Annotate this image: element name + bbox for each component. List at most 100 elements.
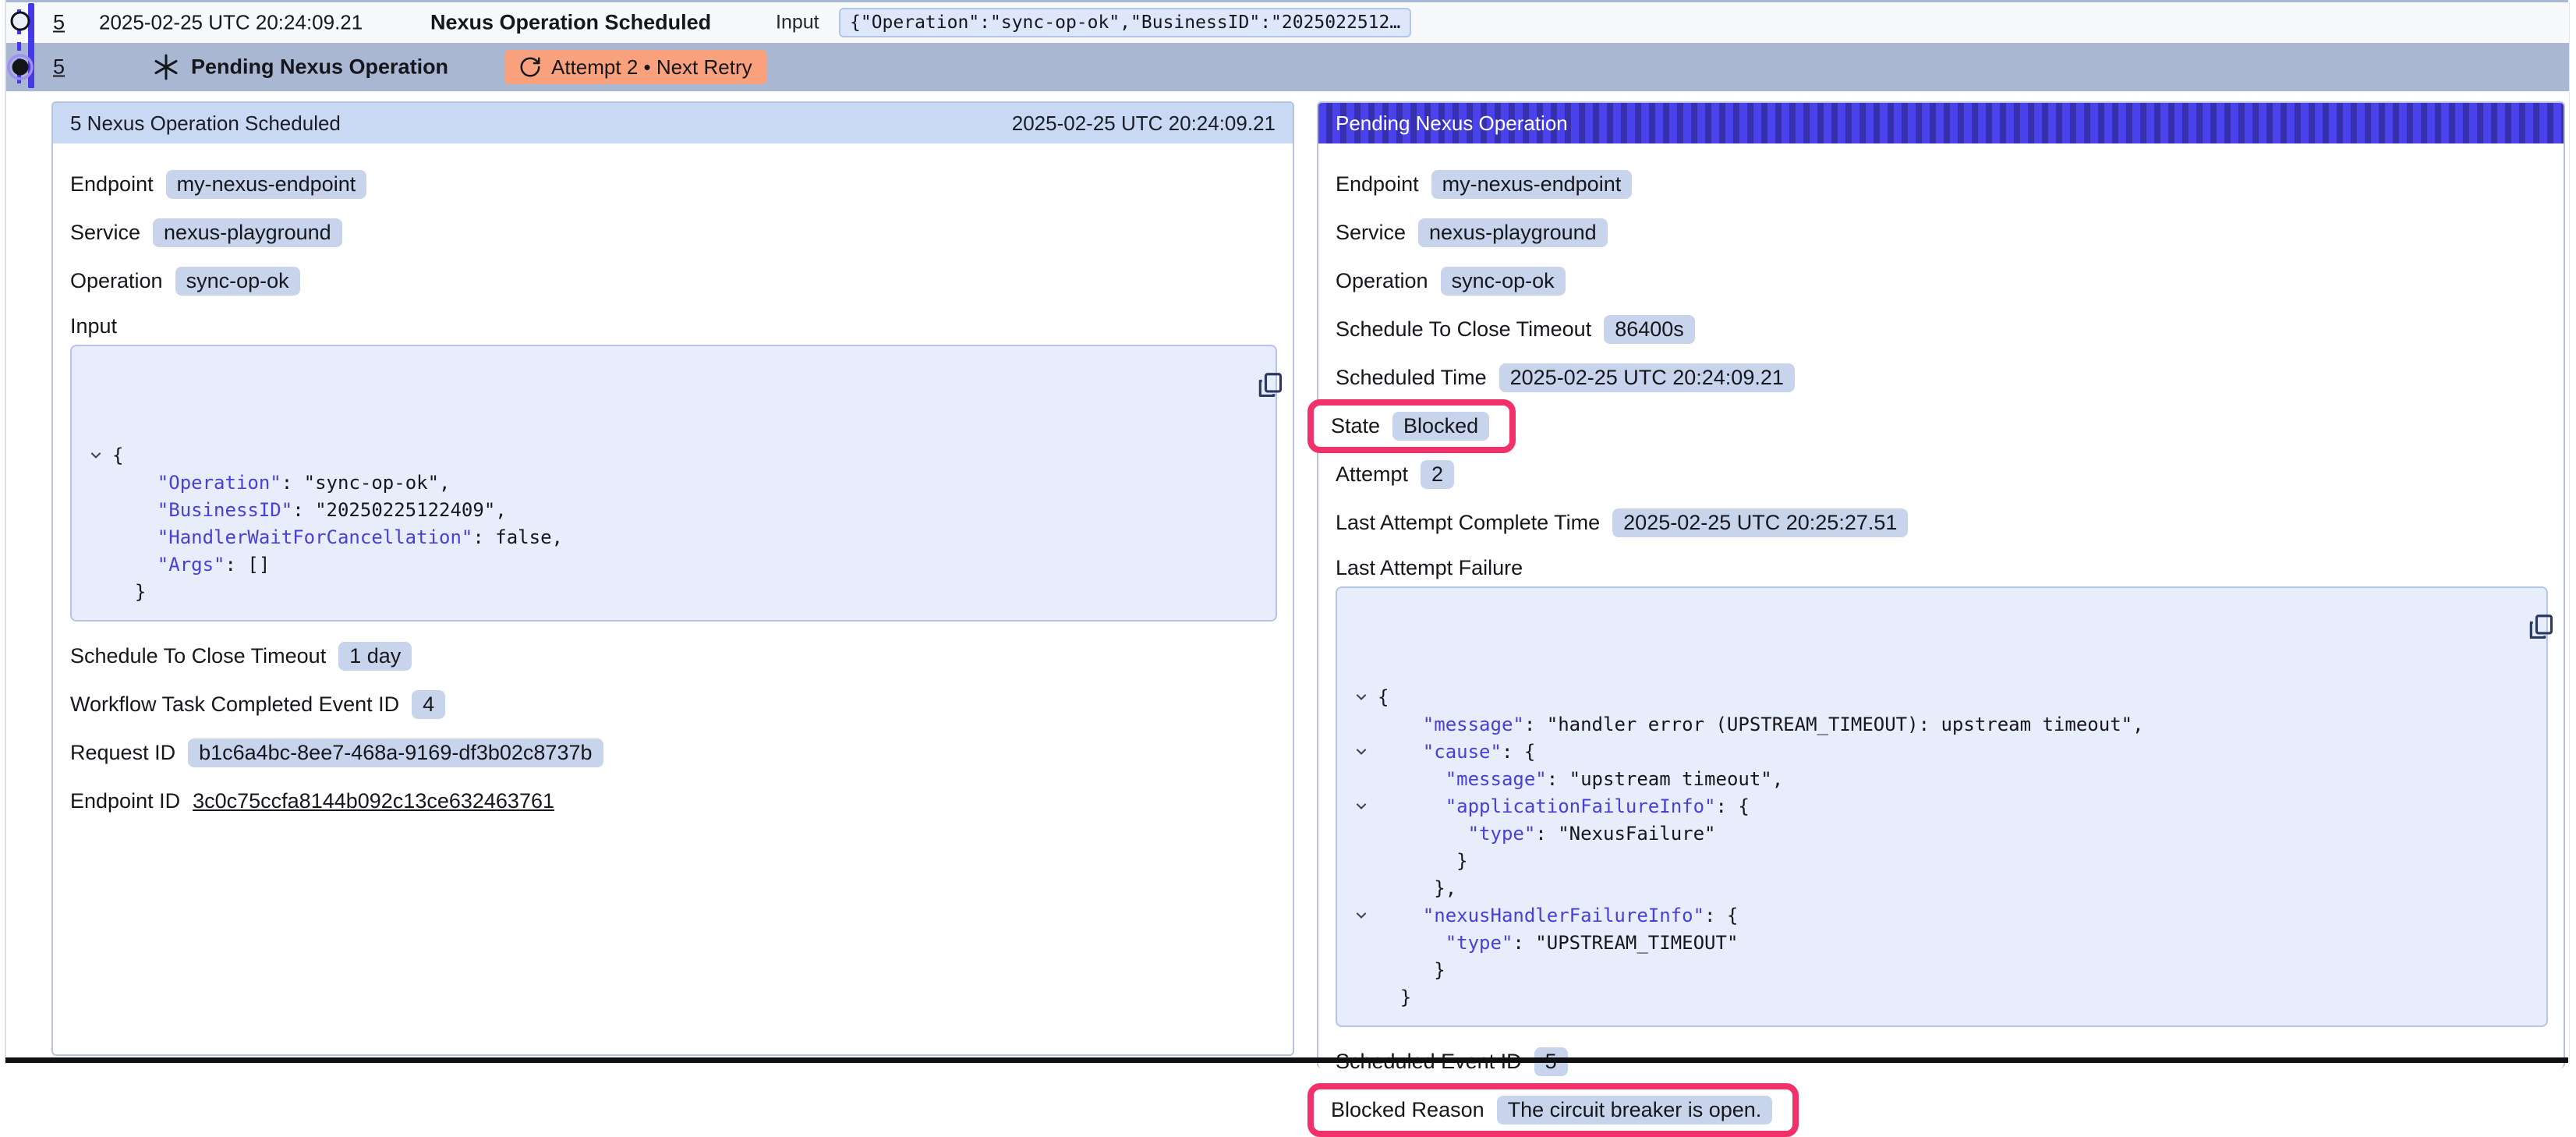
right-panel-title: Pending Nexus Operation — [1336, 112, 1568, 136]
field-value-badge: nexus-playground — [153, 218, 342, 247]
annotation-highlight-blocked-reason: Blocked Reason The circuit breaker is op… — [1307, 1083, 1799, 1137]
field-label: Last Attempt Complete Time — [1336, 511, 1600, 535]
code-line: { — [80, 442, 1221, 469]
field-row: Service nexus-playground — [70, 215, 1277, 250]
left-panel-header: 5 Nexus Operation Scheduled 2025-02-25 U… — [53, 103, 1293, 143]
asterisk-icon — [151, 52, 181, 82]
field-label: Request ID — [70, 741, 175, 765]
field-label: Service — [1336, 221, 1406, 245]
input-json-block: { "Operation": "sync-op-ok", "BusinessID… — [70, 345, 1277, 622]
field-row: Schedule To Close Timeout 86400s — [1336, 312, 2548, 346]
field-row: Operation sync-op-ok — [70, 264, 1277, 298]
field-label: Workflow Task Completed Event ID — [70, 692, 399, 717]
collapse-chevron-icon[interactable] — [1345, 902, 1378, 930]
field-value-badge: my-nexus-endpoint — [166, 170, 367, 199]
field-value-badge: b1c6a4bc-8ee7-468a-9169-df3b02c8737b — [188, 739, 603, 767]
code-line: "Operation": "sync-op-ok", — [80, 469, 1221, 497]
field-row: Scheduled Time 2025-02-25 UTC 20:24:09.2… — [1336, 360, 2548, 395]
copy-icon[interactable] — [1232, 359, 1261, 388]
field-row: Request ID b1c6a4bc-8ee7-468a-9169-df3b0… — [70, 735, 1277, 770]
endpoint-id-link[interactable]: 3c0c75ccfa8144b092c13ce632463761 — [193, 789, 554, 813]
field-row: Workflow Task Completed Event ID 4 — [70, 687, 1277, 721]
collapse-chevron-icon[interactable] — [80, 442, 112, 469]
field-label: Endpoint — [70, 172, 154, 197]
left-panel-title: 5 Nexus Operation Scheduled — [70, 112, 341, 136]
blocked-reason-row: Blocked Reason The circuit breaker is op… — [1336, 1093, 2548, 1127]
state-badge: Blocked — [1392, 412, 1489, 441]
input-label: Input — [776, 12, 819, 34]
field-label: Attempt — [1336, 462, 1408, 487]
field-label: Scheduled Time — [1336, 366, 1487, 390]
field-label: Schedule To Close Timeout — [1336, 317, 1591, 342]
collapse-chevron-icon[interactable] — [1345, 739, 1378, 766]
code-line: "Args": [] — [80, 551, 1221, 579]
field-value-badge: 2 — [1421, 460, 1454, 489]
scheduled-event-panel: 5 Nexus Operation Scheduled 2025-02-25 U… — [51, 101, 1294, 1056]
code-line: "HandlerWaitForCancellation": false, — [80, 524, 1221, 551]
field-label: Endpoint ID — [70, 789, 180, 813]
field-row: Endpoint my-nexus-endpoint — [70, 167, 1277, 201]
input-preview-chip[interactable]: {"Operation":"sync-op-ok","BusinessID":"… — [839, 8, 1411, 37]
failure-json-block: { "message": "handler error (UPSTREAM_TI… — [1336, 586, 2548, 1027]
right-panel-header: Pending Nexus Operation — [1318, 103, 2564, 143]
copy-icon[interactable] — [2503, 600, 2532, 630]
code-line: "message": "handler error (UPSTREAM_TIME… — [1345, 711, 2492, 739]
pending-id-link[interactable]: 5 — [53, 55, 65, 80]
scrollbar[interactable] — [2569, 2, 2576, 1064]
event-timestamp: 2025-02-25 UTC 20:24:09.21 — [99, 11, 363, 35]
code-line: }, — [1345, 875, 2492, 902]
field-label: Schedule To Close Timeout — [70, 644, 326, 668]
field-value-badge: nexus-playground — [1418, 218, 1608, 247]
field-label: Endpoint — [1336, 172, 1419, 197]
pending-operation-panel: Pending Nexus Operation Endpoint my-nexu… — [1317, 101, 2565, 1068]
attempt-retry-label: Attempt 2 • Next Retry — [551, 55, 752, 80]
field-value-badge: 2025-02-25 UTC 20:25:27.51 — [1612, 508, 1908, 537]
event-dot-open-icon — [9, 9, 32, 37]
code-line: } — [1345, 848, 2492, 875]
field-value-badge: 2025-02-25 UTC 20:24:09.21 — [1499, 363, 1795, 392]
field-value-badge: sync-op-ok — [1441, 267, 1566, 296]
field-row: Last Attempt Complete Time 2025-02-25 UT… — [1336, 505, 2548, 540]
code-line: "nexusHandlerFailureInfo": { — [1345, 902, 2492, 930]
code-line: } — [1345, 984, 2492, 1011]
field-label: Operation — [1336, 269, 1428, 293]
field-value-badge: my-nexus-endpoint — [1431, 170, 1633, 199]
field-row: Endpoint ID 3c0c75ccfa8144b092c13ce63246… — [70, 784, 1277, 818]
state-field-row: State Blocked — [1336, 409, 2548, 443]
collapse-chevron-icon[interactable] — [1345, 793, 1378, 820]
field-label: Blocked Reason — [1331, 1098, 1484, 1122]
code-line: "message": "upstream timeout", — [1345, 766, 2492, 793]
code-line: "type": "UPSTREAM_TIMEOUT" — [1345, 930, 2492, 957]
code-line: } — [80, 579, 1221, 606]
field-value-badge: 4 — [412, 690, 445, 719]
field-value-badge: sync-op-ok — [175, 267, 300, 296]
code-line: "type": "NexusFailure" — [1345, 820, 2492, 848]
field-row: Operation sync-op-ok — [1336, 264, 2548, 298]
code-line: "cause": { — [1345, 739, 2492, 766]
code-line: "BusinessID": "20250225122409", — [80, 497, 1221, 524]
field-label: Service — [70, 221, 140, 245]
history-row-scheduled[interactable]: 5 2025-02-25 UTC 20:24:09.21 Nexus Opera… — [6, 2, 2570, 43]
left-panel-timestamp: 2025-02-25 UTC 20:24:09.21 — [1012, 112, 1276, 136]
retry-icon — [518, 55, 542, 79]
attempt-retry-badge: Attempt 2 • Next Retry — [504, 50, 766, 84]
input-section-label: Input — [70, 312, 1277, 340]
failure-section-label: Last Attempt Failure — [1336, 554, 2548, 582]
window-bottom-edge — [5, 1057, 2568, 1063]
history-row-pending[interactable]: 5 Pending Nexus Operation Attempt 2 • Ne… — [6, 43, 2570, 91]
field-row: Endpoint my-nexus-endpoint — [1336, 167, 2548, 201]
event-id-link[interactable]: 5 — [53, 11, 65, 35]
field-row: Schedule To Close Timeout 1 day — [70, 639, 1277, 673]
window-left-border — [5, 0, 6, 1064]
field-row: Service nexus-playground — [1336, 215, 2548, 250]
blocked-reason-badge: The circuit breaker is open. — [1497, 1096, 1773, 1125]
field-value-badge: 1 day — [338, 642, 412, 671]
field-value-badge: 86400s — [1604, 315, 1695, 344]
collapse-chevron-icon[interactable] — [1345, 684, 1378, 711]
event-dot-active-icon — [6, 53, 34, 85]
annotation-highlight-state: State Blocked — [1307, 399, 1516, 453]
field-row: Attempt 2 — [1336, 457, 2548, 491]
code-line: { — [1345, 684, 2492, 711]
code-line: } — [1345, 957, 2492, 984]
code-line: "applicationFailureInfo": { — [1345, 793, 2492, 820]
